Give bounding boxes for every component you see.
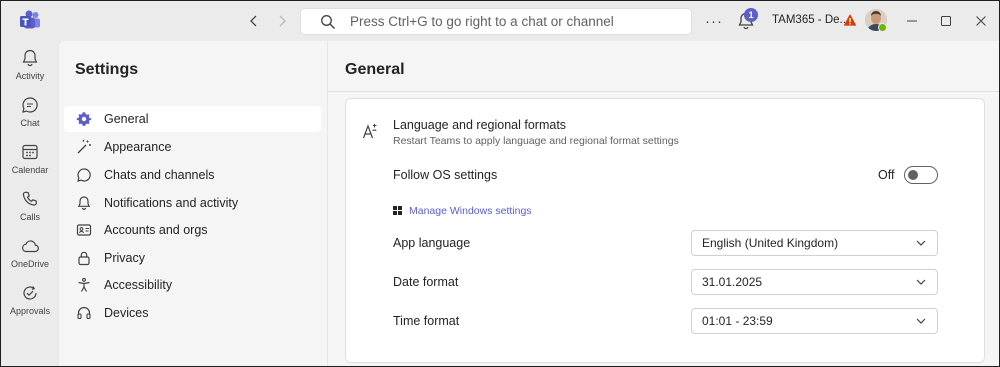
- app-rail: Activity Chat Calendar Calls OneDrive Ap…: [1, 41, 59, 366]
- settings-item-notifications[interactable]: Notifications and activity: [64, 190, 321, 216]
- language-settings-card: Language and regional formats Restart Te…: [345, 98, 985, 363]
- rail-item-onedrive[interactable]: OneDrive: [1, 236, 59, 282]
- lock-icon: [75, 249, 93, 267]
- date-format-dropdown[interactable]: 31.01.2025: [691, 269, 938, 295]
- bell-icon: [22, 49, 38, 67]
- minimize-icon: [907, 20, 917, 22]
- main-panel: General Language and regional formats Re…: [327, 41, 999, 366]
- language-icon: [362, 124, 377, 139]
- presence-available-icon: [878, 23, 887, 32]
- section-title: Language and regional formats: [393, 118, 567, 132]
- chevron-down-icon: [915, 237, 927, 249]
- page-title: General: [345, 61, 405, 78]
- headset-icon: [75, 304, 93, 322]
- phone-icon: [22, 191, 38, 206]
- follow-os-label: Follow OS settings: [393, 168, 498, 182]
- chat-icon: [75, 166, 93, 184]
- toggle-knob: [908, 170, 918, 180]
- gear-icon: [75, 110, 93, 128]
- more-options-button[interactable]: ···: [703, 10, 725, 32]
- time-format-label: Time format: [393, 314, 460, 328]
- notification-badge: 1: [744, 8, 758, 22]
- settings-item-appearance[interactable]: Appearance: [64, 134, 321, 160]
- rail-label: Calls: [19, 212, 40, 222]
- search-placeholder: Press Ctrl+G to go right to a chat or ch…: [350, 14, 614, 29]
- date-format-label: Date format: [393, 275, 459, 289]
- rail-item-calendar[interactable]: Calendar: [1, 142, 59, 188]
- settings-nav: Settings General Appearance Chats and ch…: [59, 41, 327, 366]
- calendar-icon: [22, 144, 38, 160]
- approvals-icon: [23, 286, 37, 300]
- settings-item-label: Privacy: [104, 251, 145, 265]
- settings-item-general[interactable]: General: [64, 106, 321, 132]
- section-subtitle: Restart Teams to apply language and regi…: [393, 135, 679, 147]
- settings-item-chats-and-channels[interactable]: Chats and channels: [64, 162, 321, 188]
- chevron-down-icon: [915, 276, 927, 288]
- back-button[interactable]: [244, 11, 264, 31]
- rail-item-activity[interactable]: Activity: [1, 48, 59, 94]
- settings-item-accounts-and-orgs[interactable]: Accounts and orgs: [64, 217, 321, 243]
- rail-label: Activity: [15, 71, 45, 81]
- minimize-button[interactable]: [902, 11, 922, 31]
- tenant-name[interactable]: TAM365 - De...: [772, 14, 849, 26]
- settings-item-accessibility[interactable]: Accessibility: [64, 272, 321, 298]
- bell-icon: [75, 194, 93, 212]
- app-language-label: App language: [393, 236, 471, 250]
- rail-item-calls[interactable]: Calls: [1, 189, 59, 235]
- search-input[interactable]: Press Ctrl+G to go right to a chat or ch…: [300, 8, 692, 35]
- warning-icon: [843, 14, 857, 26]
- chevron-left-icon: [250, 15, 257, 27]
- settings-title: Settings: [75, 61, 139, 78]
- id-card-icon: [75, 221, 93, 239]
- rail-label: Calendar: [11, 165, 49, 175]
- settings-item-privacy[interactable]: Privacy: [64, 245, 321, 271]
- maximize-button[interactable]: [936, 11, 956, 31]
- link-text: Manage Windows settings: [409, 205, 532, 217]
- time-format-dropdown[interactable]: 01:01 - 23:59: [691, 308, 938, 334]
- chat-icon: [22, 97, 38, 113]
- rail-item-chat[interactable]: Chat: [1, 95, 59, 141]
- dropdown-value: 31.01.2025: [702, 275, 763, 289]
- chevron-right-icon: [279, 15, 286, 27]
- windows-logo-icon: [393, 206, 403, 216]
- wand-icon: [75, 138, 93, 156]
- maximize-icon: [941, 16, 951, 26]
- cloud-icon: [22, 240, 39, 253]
- forward-button[interactable]: [272, 11, 292, 31]
- teams-logo-icon[interactable]: [18, 9, 42, 33]
- app-language-dropdown[interactable]: English (United Kingdom): [691, 230, 938, 256]
- settings-item-label: Chats and channels: [104, 168, 215, 182]
- rail-label: OneDrive: [10, 259, 49, 269]
- teams-window: Press Ctrl+G to go right to a chat or ch…: [0, 0, 1000, 367]
- dropdown-value: English (United Kingdom): [702, 236, 839, 250]
- search-icon: [320, 14, 336, 30]
- settings-item-devices[interactable]: Devices: [64, 300, 321, 326]
- settings-item-label: Appearance: [104, 140, 172, 154]
- rail-label: Approvals: [9, 306, 51, 316]
- settings-item-label: Accessibility: [104, 278, 173, 292]
- rail-item-approvals[interactable]: Approvals: [1, 283, 59, 329]
- settings-item-label: General: [104, 112, 149, 126]
- dropdown-value: 01:01 - 23:59: [702, 314, 773, 328]
- follow-os-toggle[interactable]: [904, 166, 938, 184]
- settings-item-label: Devices: [104, 306, 149, 320]
- chevron-down-icon: [915, 315, 927, 327]
- close-icon: [976, 16, 986, 26]
- toggle-state-label: Off: [878, 168, 895, 182]
- close-button[interactable]: [971, 11, 991, 31]
- title-bar: Press Ctrl+G to go right to a chat or ch…: [1, 1, 999, 41]
- divider: [328, 91, 999, 92]
- settings-item-label: Accounts and orgs: [104, 223, 208, 237]
- accessibility-icon: [75, 276, 93, 294]
- manage-windows-settings-link[interactable]: Manage Windows settings: [393, 205, 532, 217]
- settings-item-label: Notifications and activity: [104, 196, 239, 210]
- rail-label: Chat: [20, 118, 40, 128]
